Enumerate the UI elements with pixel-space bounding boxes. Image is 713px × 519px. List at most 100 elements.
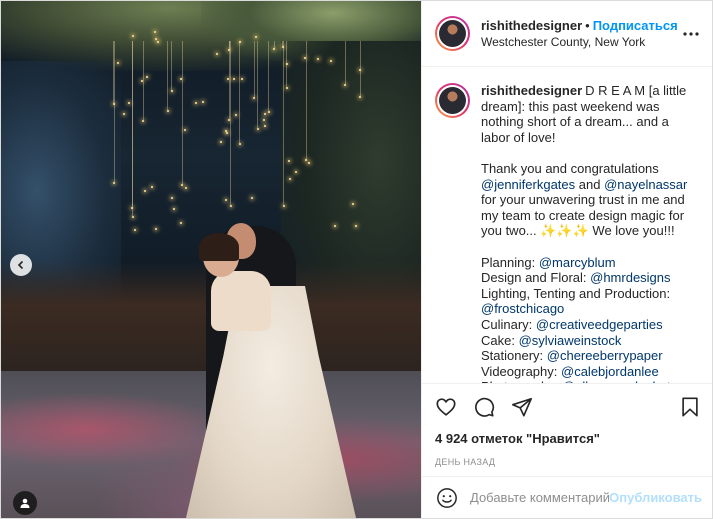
- light-bulb: [156, 41, 159, 43]
- light-bulb: [166, 109, 169, 112]
- comment-button[interactable]: [472, 395, 496, 419]
- mention-link[interactable]: @frostchicago: [481, 301, 564, 316]
- light-bulb: [253, 97, 256, 100]
- credit-line: Lighting, Tenting and Production: @frost…: [481, 286, 699, 317]
- light-bulb: [150, 185, 153, 188]
- credit-line: Videography: @calebjordanlee: [481, 364, 699, 380]
- light-bulb: [127, 102, 130, 105]
- light-bulb: [195, 102, 198, 105]
- separator-dot: •: [585, 17, 590, 33]
- avatar[interactable]: [435, 16, 470, 51]
- credit-label: Cake:: [481, 332, 519, 348]
- light-bulb: [170, 90, 173, 93]
- light-bulb: [267, 111, 270, 114]
- photo-bride: [199, 233, 239, 261]
- credit-line: Design and Floral: @hmrdesigns: [481, 270, 699, 286]
- more-options-button[interactable]: [682, 25, 700, 43]
- light-bulb: [264, 113, 267, 116]
- mention-link[interactable]: @sylviaweinstock: [519, 333, 622, 348]
- credit-line: Stationery: @chereeberrypaper: [481, 348, 699, 364]
- credit-label: Design and Floral:: [481, 270, 591, 286]
- credit-label: Stationery:: [481, 348, 547, 364]
- comment-input[interactable]: [470, 490, 610, 505]
- mention-link[interactable]: @chereeberrypaper: [547, 348, 663, 363]
- like-button[interactable]: [434, 395, 458, 419]
- mention-link[interactable]: @marcyblum: [539, 255, 616, 270]
- light-bulb: [233, 78, 236, 81]
- mention-link[interactable]: @jenniferkgates: [481, 177, 575, 192]
- caption-text-segment: Thank you and congratulations: [481, 160, 659, 176]
- light-strand: [283, 41, 285, 205]
- light-bulb: [285, 87, 288, 90]
- light-bulb: [123, 113, 126, 116]
- credits-list: Planning: @marcyblum Design and Floral: @…: [481, 255, 699, 383]
- location-link[interactable]: Westchester County, New York: [481, 34, 682, 50]
- light-strand: [344, 41, 346, 84]
- light-bulb: [180, 222, 183, 225]
- publish-button[interactable]: Опубликовать: [609, 490, 702, 505]
- light-strand: [113, 41, 115, 183]
- light-bulb: [255, 35, 258, 38]
- post-header: rishithedesigner • Подписаться Westchester…: [422, 1, 712, 67]
- light-bulb: [250, 197, 253, 200]
- light-bulb: [229, 205, 232, 208]
- caption-thanks: Thank you and congratulations @jenniferk…: [481, 161, 699, 239]
- light-bulb: [282, 204, 285, 207]
- light-bulb: [153, 31, 156, 34]
- bookmark-icon: [682, 396, 698, 417]
- light-strand: [268, 41, 270, 112]
- post-photo[interactable]: [1, 1, 421, 518]
- light-bulb: [142, 119, 145, 122]
- emoji-button[interactable]: [436, 487, 458, 509]
- light-strand: [142, 41, 144, 120]
- light-bulb: [131, 216, 134, 219]
- emoji-icon: [437, 487, 457, 508]
- mention-link[interactable]: @calebjordanlee: [561, 364, 659, 379]
- share-button[interactable]: [510, 395, 534, 419]
- mention-link[interactable]: @nayelnassar: [604, 177, 687, 192]
- light-strand: [273, 41, 275, 49]
- avatar[interactable]: [435, 83, 470, 118]
- light-strand: [286, 41, 288, 88]
- light-bulb: [294, 170, 297, 173]
- credit-label: Videography:: [481, 363, 561, 379]
- caption-username[interactable]: rishithedesigner: [481, 83, 582, 98]
- post-header-meta: rishithedesigner • Подписаться Westchester…: [481, 18, 682, 50]
- light-bulb: [143, 189, 146, 192]
- action-bar: [422, 383, 712, 429]
- mention-link[interactable]: @creativeedgeparties: [536, 317, 663, 332]
- likes-link[interactable]: 4 924 отметок "Нравится": [435, 431, 600, 446]
- caption-text-segment: for your unwavering trust in me and my t…: [481, 192, 685, 239]
- carousel-prev-icon: [17, 260, 24, 270]
- follow-button[interactable]: Подписаться: [593, 18, 678, 33]
- light-bulb: [238, 143, 241, 146]
- light-bulb: [134, 229, 137, 232]
- more-options-icon: [683, 31, 699, 36]
- mention-link[interactable]: @hmrdesigns: [590, 270, 670, 285]
- light-bulb: [155, 228, 158, 231]
- light-bulb: [334, 224, 337, 227]
- light-bulb: [344, 83, 347, 86]
- credit-line: Planning: @marcyblum: [481, 255, 699, 271]
- light-bulb: [225, 198, 228, 201]
- light-bulb: [170, 197, 173, 200]
- comment-icon: [475, 397, 495, 417]
- credit-label: Lighting, Tenting and Production:: [481, 285, 671, 301]
- carousel-prev-button[interactable]: [10, 254, 32, 276]
- credit-line: Cake: @sylviaweinstock: [481, 333, 699, 349]
- light-bulb: [202, 101, 205, 103]
- credit-line: Culinary: @creativeedgeparties: [481, 317, 699, 333]
- light-strand: [167, 41, 169, 110]
- light-strand: [305, 41, 307, 160]
- light-bulb: [173, 207, 176, 210]
- light-bulb: [256, 128, 259, 131]
- user-tag-icon: [20, 498, 30, 508]
- save-button[interactable]: [678, 395, 702, 419]
- likes-count: 4 924 отметок "Нравится": [422, 429, 712, 449]
- username-link[interactable]: rishithedesigner: [481, 18, 582, 33]
- light-strand: [230, 41, 232, 206]
- user-tag-button[interactable]: [13, 491, 37, 515]
- light-bulb: [184, 187, 187, 190]
- light-strand: [359, 41, 361, 96]
- light-strand: [239, 41, 240, 144]
